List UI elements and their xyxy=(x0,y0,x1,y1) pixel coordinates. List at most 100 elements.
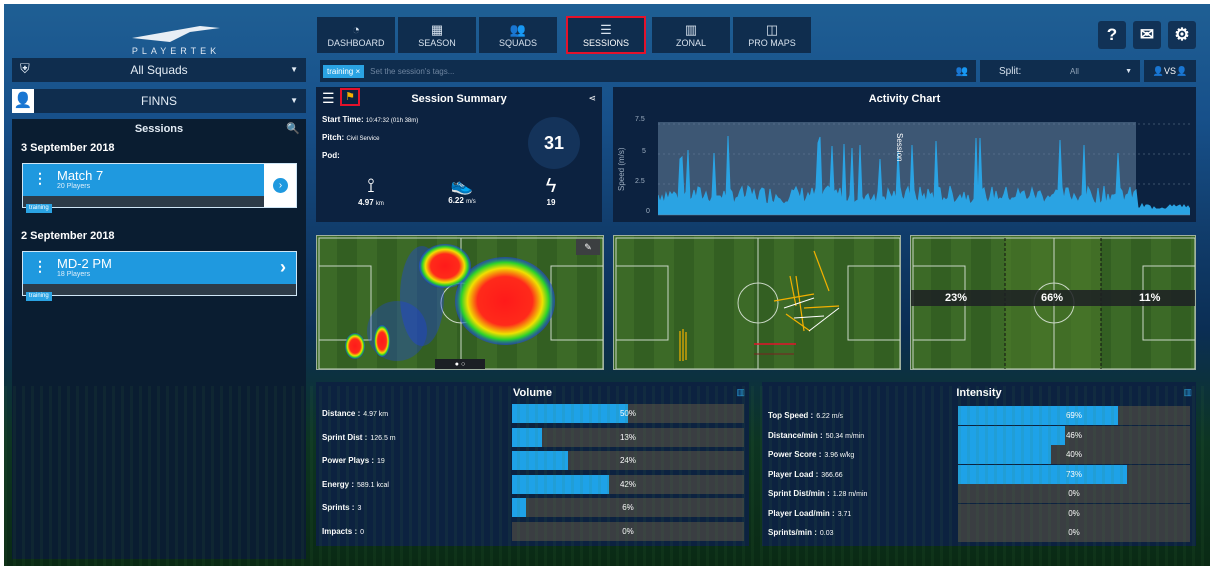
metric-percent: 6% xyxy=(622,503,634,512)
list-icon: ☰ xyxy=(600,22,612,37)
metric-row: Sprints/min :0.03 0% xyxy=(762,523,1196,542)
zone-attacking: 11% xyxy=(1139,292,1161,304)
tab-season[interactable]: ▦ SEASON xyxy=(398,17,476,53)
metric-name: Power Plays : xyxy=(322,456,375,465)
split-label: Split: xyxy=(999,65,1022,77)
vs-label: VS xyxy=(1163,66,1176,76)
sprint-map-pitch[interactable] xyxy=(613,235,901,370)
session-card-selected[interactable]: ⋮ Match 7 20 Players training › xyxy=(22,163,297,213)
metric-percent: 0% xyxy=(1068,508,1080,518)
tab-label: SESSIONS xyxy=(582,38,629,48)
metric-percent: 69% xyxy=(1065,411,1082,420)
settings-button[interactable]: ⚙ xyxy=(1168,21,1196,49)
carousel-dots[interactable]: ● ○ xyxy=(435,359,485,369)
metric-label: Distance/min :50.34 m/min xyxy=(768,431,864,440)
metric-name: Sprint Dist/min : xyxy=(768,489,830,498)
metric-percent: 0% xyxy=(1068,489,1080,498)
session-players: 20 Players xyxy=(57,183,91,190)
compare-vs-button[interactable]: 👤 VS 👤 xyxy=(1144,60,1196,82)
metric-row: Distance :4.97 km 50% xyxy=(316,404,749,423)
start-time-row: Start Time: 10:47:32 (01h 38m) xyxy=(322,115,418,124)
speed-area-chart[interactable] xyxy=(658,122,1190,217)
metric-row: Player Load :366.66 73% xyxy=(762,464,1196,484)
split-value: All xyxy=(1070,66,1079,76)
zone-middle: 66% xyxy=(1041,292,1064,304)
session-date: 2 September 2018 xyxy=(21,230,115,242)
volume-panel: Volume ▥ Distance :4.97 km 50% Sprint Dist… xyxy=(316,382,749,546)
bar-chart-icon[interactable]: ▥ xyxy=(736,387,745,398)
metric-bar: 24% xyxy=(512,451,744,470)
dashboard-gauge-icon: ◔ xyxy=(352,22,360,37)
close-icon[interactable]: × xyxy=(355,67,360,76)
speed-unit: m/s xyxy=(466,199,476,205)
tab-squads[interactable]: 👥 SQUADS xyxy=(479,17,557,53)
metric-percent: 73% xyxy=(1065,469,1082,479)
metric-value: 0 xyxy=(360,528,365,536)
intensity-panel: Intensity ▥ Top Speed :6.22 m/s 69% Distan… xyxy=(762,382,1196,546)
metric-label: Sprint Dist/min :1.28 m/min xyxy=(768,489,867,498)
volume-title: Volume xyxy=(513,387,552,399)
session-tags-input[interactable]: training × Set the session's tags... 👥 xyxy=(320,60,976,82)
squad-tag-icon[interactable]: 👥 xyxy=(956,66,968,77)
metric-label: Impacts :0 xyxy=(322,527,364,536)
tags-placeholder: Set the session's tags... xyxy=(370,66,455,76)
metric-name: Power Score : xyxy=(768,450,822,459)
session-name: Match 7 xyxy=(57,168,104,183)
metric-row: Sprints :3 6% xyxy=(316,498,749,517)
user-icon: 👤 xyxy=(12,89,34,113)
tab-zonal[interactable]: ▥ ZONAL xyxy=(652,17,730,53)
tab-label: DASHBOARD xyxy=(327,38,385,48)
squad-select[interactable]: ⛨ All Squads ▼ xyxy=(12,58,306,82)
metric-value: 3.96 w/kg xyxy=(824,452,855,459)
more-options-icon[interactable]: ⋮ xyxy=(33,170,47,187)
metric-percent: 42% xyxy=(619,479,636,489)
metric-name: Energy : xyxy=(322,479,355,489)
distance-pin-icon: ⟟ xyxy=(367,175,375,197)
metric-name: Sprints/min : xyxy=(768,528,817,537)
tag-badge: training xyxy=(26,292,52,301)
metric-name: Sprints : xyxy=(322,503,355,512)
chevron-right-circle-icon[interactable]: › xyxy=(273,178,288,193)
tab-dashboard[interactable]: ◔ DASHBOARD xyxy=(317,17,395,53)
edit-icon[interactable]: ✎ xyxy=(576,239,600,255)
help-button[interactable]: ? xyxy=(1098,21,1126,49)
metric-row: Sprint Dist/min :1.28 m/min 0% xyxy=(762,484,1196,503)
metric-label: Power Plays :19 xyxy=(322,456,385,465)
heatmap-pitch[interactable]: ✎ ● ○ xyxy=(316,235,604,370)
metric-percent: 46% xyxy=(1065,430,1082,440)
chevron-right-icon[interactable]: › xyxy=(280,257,286,278)
metric-bar: 50% xyxy=(512,404,744,423)
summary-title: Session Summary xyxy=(411,93,507,105)
intensity-title: Intensity xyxy=(956,387,1002,399)
metric-row: Top Speed :6.22 m/s 69% xyxy=(762,406,1196,425)
user-icon: 👤 xyxy=(1152,65,1164,76)
search-icon[interactable]: 🔍 xyxy=(286,122,300,135)
session-players: 18 Players xyxy=(57,271,91,278)
more-options-icon[interactable]: ⋮ xyxy=(33,258,47,275)
bar-chart-icon[interactable]: ▥ xyxy=(1183,387,1192,398)
zone-defensive: 23% xyxy=(945,292,968,304)
user-icon: 👤 xyxy=(1176,65,1188,76)
tab-sessions[interactable]: ☰ SESSIONS xyxy=(566,16,646,54)
y-tick: 7.5 xyxy=(635,116,645,123)
split-select[interactable]: Split: All ▼ xyxy=(980,60,1140,82)
metric-bar: 40% xyxy=(958,445,1190,464)
metric-percent: 0% xyxy=(1068,528,1080,537)
metric-label: Sprints :3 xyxy=(322,503,361,512)
session-card[interactable]: ⋮ MD-2 PM 18 Players training › xyxy=(22,251,297,301)
tab-pro-maps[interactable]: ◫ PRO MAPS xyxy=(733,17,811,53)
metric-bar: 42% xyxy=(512,474,744,494)
player-select[interactable]: 👤 FINNS ▼ xyxy=(12,89,306,113)
gear-icon: ⚙ xyxy=(1174,25,1190,44)
tab-label: SEASON xyxy=(418,38,456,48)
metric-row: Impacts :0 0% xyxy=(316,521,749,541)
zonal-pitch[interactable]: 23% 66% 11% xyxy=(910,235,1196,370)
metric-label: Energy :589.1 kcal xyxy=(322,480,389,489)
start-time-value: 10:47:32 (01h 38m) xyxy=(365,118,419,124)
share-icon[interactable]: ⋖ xyxy=(588,93,596,104)
tag-chip[interactable]: training × xyxy=(323,64,365,78)
metric-name: Distance/min : xyxy=(768,430,823,440)
shield-icon: ⛨ xyxy=(20,61,30,76)
mail-button[interactable]: ✉ xyxy=(1133,21,1161,49)
brand-logo: PLAYERTEK xyxy=(106,24,246,60)
